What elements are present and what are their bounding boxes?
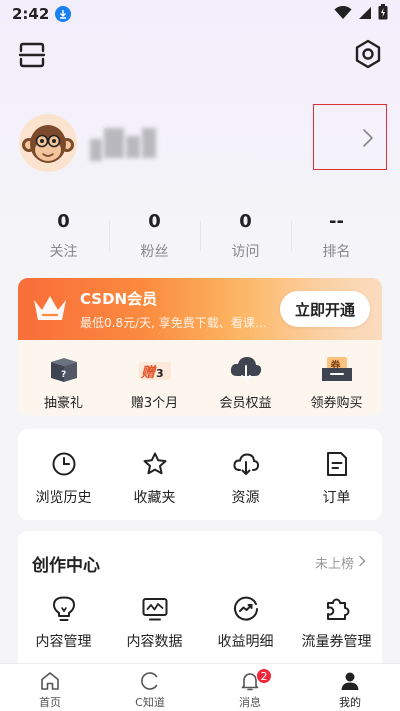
settings-icon[interactable]: [352, 38, 384, 70]
scan-icon[interactable]: [17, 40, 47, 70]
status-time: 2:42: [12, 5, 50, 23]
stat-label: 粉丝: [140, 244, 169, 260]
income-icon: [200, 593, 291, 625]
vip-item-label: 领券购买: [310, 396, 363, 411]
vip-banner[interactable]: CSDN会员 最低0.8元/天, 享免费下载、看课… 立即开通: [18, 278, 382, 340]
stat-following[interactable]: 0 关注: [18, 205, 109, 267]
home-icon: [0, 670, 100, 692]
stat-rank[interactable]: -- 排名: [291, 205, 382, 267]
vip-items: ? 抽豪礼 赠 3 赠3个月 会员权益 券 领券购买: [18, 340, 382, 416]
quick-actions-card: 浏览历史 收藏夹 资源 订单: [18, 429, 382, 520]
creation-center-title: 创作中心: [32, 556, 100, 576]
creation-center-items: 内容管理 内容数据 收益明细 流量券管理: [18, 593, 382, 651]
cloud-download-icon: [200, 352, 291, 384]
svg-text:3: 3: [156, 367, 164, 380]
quick-item-label: 收藏夹: [133, 490, 176, 506]
quick-item-history[interactable]: 浏览历史: [18, 449, 109, 520]
puzzle-icon: [291, 593, 382, 625]
create-item-content-manage[interactable]: 内容管理: [18, 593, 109, 651]
vip-item-benefits[interactable]: 会员权益: [200, 352, 291, 416]
vip-item-coupon[interactable]: 券 领券购买: [291, 352, 382, 416]
vip-item-gift[interactable]: 赠 3 赠3个月: [109, 352, 200, 416]
mystery-box-icon: ?: [18, 352, 109, 384]
stat-visits[interactable]: 0 访问: [200, 205, 291, 267]
lightbulb-icon: [18, 593, 109, 625]
username-blurred: [90, 122, 160, 164]
profile-arrow-highlight[interactable]: [313, 104, 387, 170]
quick-item-label: 资源: [231, 490, 260, 506]
message-badge: 2: [256, 668, 272, 684]
vip-title: CSDN会员: [80, 290, 158, 308]
svg-text:?: ?: [61, 370, 66, 380]
tab-label: 首页: [39, 696, 61, 709]
tab-mine[interactable]: 我的: [300, 664, 400, 711]
wifi-icon: [334, 5, 352, 24]
rank-link[interactable]: 未上榜: [315, 553, 366, 572]
chart-monitor-icon: [109, 593, 200, 625]
chevron-right-icon[interactable]: [362, 128, 374, 152]
top-bar: [0, 34, 400, 74]
create-item-traffic-coupon[interactable]: 流量券管理: [291, 593, 382, 651]
clock-icon: [18, 449, 109, 479]
stat-label: 排名: [322, 244, 351, 260]
status-bar: 2:42: [0, 0, 400, 28]
create-item-label: 内容数据: [126, 634, 183, 650]
tab-messages[interactable]: 2 消息: [200, 664, 300, 711]
create-item-label: 内容管理: [35, 634, 92, 650]
bell-icon: [200, 670, 300, 692]
document-icon: [291, 449, 382, 479]
tab-label: 消息: [239, 696, 261, 709]
battery-icon: [378, 4, 388, 24]
quick-item-orders[interactable]: 订单: [291, 449, 382, 520]
c-logo-icon: [100, 670, 200, 692]
bottom-tab-bar: 首页 C知道 2 消息 我的: [0, 663, 400, 711]
crown-icon: [30, 290, 70, 330]
create-item-content-data[interactable]: 内容数据: [109, 593, 200, 651]
stat-value: 0: [57, 211, 70, 232]
create-item-label: 收益明细: [217, 634, 274, 650]
vip-item-label: 赠3个月: [130, 396, 179, 411]
coupon-icon: 券: [291, 352, 382, 384]
download-icon: [55, 6, 72, 22]
stat-label: 关注: [49, 244, 78, 260]
vip-item-lottery[interactable]: ? 抽豪礼: [18, 352, 109, 416]
stat-value: 0: [239, 211, 252, 232]
person-icon: [300, 670, 400, 692]
rank-link-label: 未上榜: [314, 557, 354, 572]
quick-item-label: 订单: [322, 490, 351, 506]
star-icon: [109, 449, 200, 479]
vip-item-label: 抽豪礼: [43, 396, 83, 411]
tab-home[interactable]: 首页: [0, 664, 100, 711]
avatar[interactable]: [19, 114, 77, 172]
vip-card: CSDN会员 最低0.8元/天, 享免费下载、看课… 立即开通 ? 抽豪礼 赠 …: [18, 278, 382, 416]
svg-text:赠: 赠: [141, 364, 157, 381]
tab-label: C知道: [135, 696, 165, 709]
creation-center-card: 创作中心 未上榜 内容管理 内容数据 收益明细 流量券管理: [18, 531, 382, 663]
stats-row: 0 关注 0 粉丝 0 访问 -- 排名: [18, 205, 382, 267]
gift-text-icon: 赠 3: [109, 352, 200, 384]
signal-icon: [358, 5, 372, 24]
cloud-download-icon: [200, 449, 291, 479]
profile-header[interactable]: [0, 104, 400, 176]
vip-item-label: 会员权益: [219, 396, 272, 411]
create-item-income[interactable]: 收益明细: [200, 593, 291, 651]
vip-open-button[interactable]: 立即开通: [280, 291, 370, 327]
vip-desc: 最低0.8元/天, 享免费下载、看课…: [80, 316, 267, 330]
tab-c-zhidao[interactable]: C知道: [100, 664, 200, 711]
create-item-label: 流量券管理: [301, 634, 372, 650]
tab-label: 我的: [339, 696, 361, 709]
stat-value: --: [329, 211, 344, 232]
chevron-right-icon: [358, 555, 366, 571]
quick-item-resources[interactable]: 资源: [200, 449, 291, 520]
stat-label: 访问: [231, 244, 260, 260]
quick-item-favorites[interactable]: 收藏夹: [109, 449, 200, 520]
quick-item-label: 浏览历史: [35, 490, 92, 506]
stat-fans[interactable]: 0 粉丝: [109, 205, 200, 267]
stat-value: 0: [148, 211, 161, 232]
